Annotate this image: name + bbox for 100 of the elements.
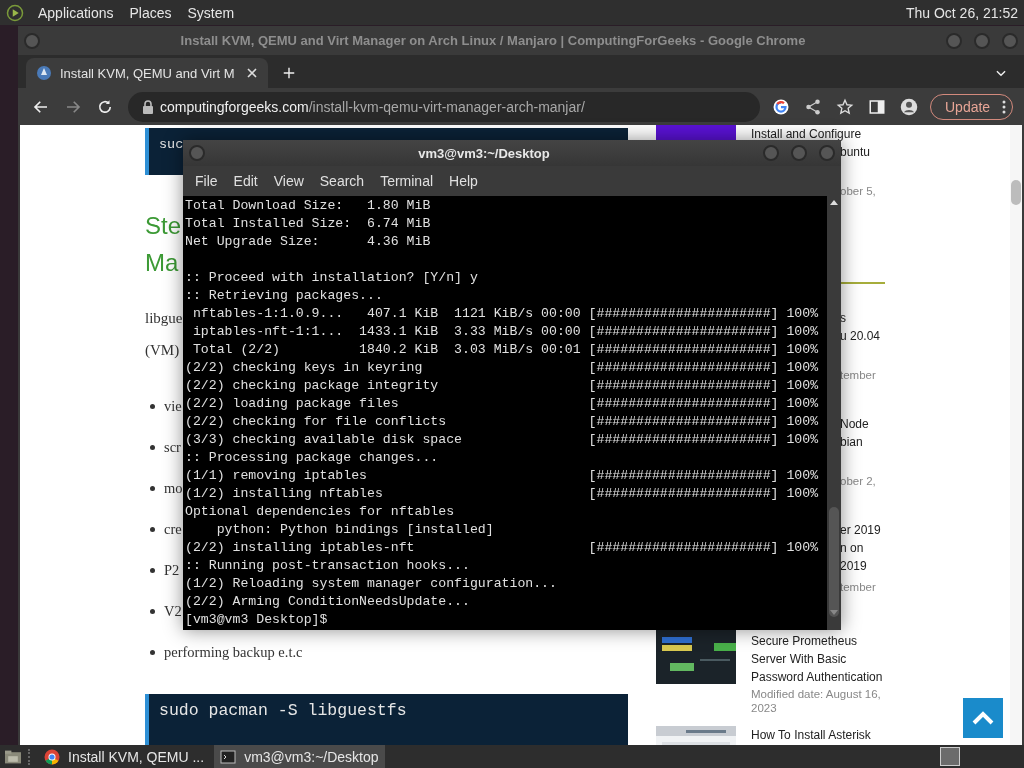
- post-title[interactable]: Node: [840, 415, 869, 433]
- bullet-icon: [150, 404, 155, 409]
- terminal-line: (2/2) checking for file conflicts [######################] 100%: [185, 413, 819, 431]
- panel-menu[interactable]: Places: [123, 4, 178, 21]
- terminal-line: Total Download Size: 1.80 MiB: [185, 197, 431, 215]
- post-title[interactable]: s: [840, 309, 846, 327]
- bullet-icon: [150, 568, 155, 573]
- clock: Thu Oct 26, 21:52: [905, 4, 1018, 21]
- panel-menu[interactable]: Applications: [32, 4, 120, 21]
- list-item: vie: [164, 398, 182, 415]
- reload-icon: [96, 97, 114, 116]
- terminal-line: Total Installed Size: 6.74 MiB: [185, 215, 431, 233]
- post-title[interactable]: Server With Basic: [751, 650, 847, 668]
- terminal-line: :: Running post-transaction hooks...: [185, 557, 470, 575]
- list-item: P2: [164, 562, 180, 579]
- terminal-line: python: Python bindings [installed]: [215, 521, 494, 539]
- post-date: tember: [840, 580, 877, 595]
- bullet-icon: [150, 650, 155, 655]
- browser-icon: [44, 748, 60, 765]
- scroll-down-icon[interactable]: [830, 610, 838, 616]
- terminal-line: [vm3@vm3 Desktop]$: [185, 611, 328, 629]
- menu-icon[interactable]: [1002, 99, 1007, 114]
- post-title[interactable]: bian: [840, 433, 863, 451]
- menu-item[interactable]: File: [187, 173, 226, 189]
- terminal-line: Total (2/2) 1840.2 KiB 3.03 MiB/s 00:01 [######################] 100%: [191, 341, 819, 359]
- profile-icon: [900, 97, 918, 116]
- terminal-line: :: Retrieving packages...: [185, 287, 383, 305]
- browser-tab[interactable]: Install KVM, QEMU and Virt M: [26, 58, 268, 88]
- post-title[interactable]: How To Install Asterisk: [751, 726, 871, 744]
- scrollbar-thumb[interactable]: [1011, 180, 1021, 205]
- show-desktop-icon: [4, 748, 22, 765]
- maximize-icon[interactable]: [974, 32, 990, 49]
- terminal-line: (2/2) checking package integrity [######################] 100%: [185, 377, 819, 395]
- post-date: tember: [840, 368, 877, 383]
- terminal-line: Net Upgrade Size: 4.36 MiB: [185, 233, 431, 251]
- window-menu-icon[interactable]: [24, 32, 40, 49]
- taskbar-item[interactable]: vm3@vm3:~/Desktop: [214, 745, 385, 768]
- scroll-to-top-button[interactable]: [963, 698, 1003, 738]
- scrollbar-thumb[interactable]: [829, 507, 839, 617]
- bullet-icon: [150, 486, 155, 491]
- menu-item[interactable]: View: [265, 173, 312, 189]
- window-title: vm3@vm3:~/Desktop: [417, 145, 551, 161]
- minimize-icon[interactable]: [946, 32, 962, 49]
- maximize-icon[interactable]: [791, 145, 807, 161]
- post-date: ober 5,: [840, 184, 877, 199]
- post-title[interactable]: 2019: [840, 557, 867, 575]
- terminal-line: (2/2) Arming ConditionNeedsUpdate...: [185, 593, 470, 611]
- post-title[interactable]: n on: [840, 539, 864, 557]
- post-date: Modified date: August 16,: [751, 689, 882, 700]
- workspace-switcher[interactable]: [940, 747, 960, 766]
- post-title[interactable]: u 20.04: [840, 327, 881, 345]
- terminal-line: (2/2) loading package files [######################] 100%: [185, 395, 819, 413]
- window-menu-icon[interactable]: [189, 145, 205, 161]
- list-item: scr: [164, 439, 181, 456]
- lock-icon: [142, 99, 154, 114]
- minimize-icon[interactable]: [763, 145, 779, 161]
- logo-icon: [6, 3, 24, 22]
- post-title[interactable]: buntu: [840, 143, 871, 161]
- scroll-up-icon[interactable]: [830, 199, 838, 205]
- section-heading: Ste: [145, 211, 182, 241]
- chevron-up-icon: [972, 711, 994, 725]
- bullet-icon: [150, 445, 155, 450]
- post-title[interactable]: er 2019: [840, 521, 881, 539]
- taskbar-item[interactable]: Install KVM, QEMU ...: [38, 745, 211, 768]
- window-title: Install KVM, QEMU and Virt Manager on Arch Linux / Manjaro | ComputingForGeeks - Google Chrome: [179, 33, 807, 48]
- post-title[interactable]: Install and Configure: [751, 125, 862, 143]
- bullet-icon: [150, 609, 155, 614]
- favicon-icon: [36, 65, 52, 81]
- menu-item[interactable]: Edit: [225, 173, 266, 189]
- terminal-line: :: Proceed with installation? [Y/n] y: [185, 269, 478, 287]
- section-heading: Ma: [145, 248, 179, 278]
- post-title[interactable]: Secure Prometheus: [751, 632, 858, 650]
- list-item: V2: [164, 603, 182, 620]
- terminal-line: nftables-1:1.0.9... 407.1 KiB 1121 KiB/s 00:00 [######################] 100%: [191, 305, 819, 323]
- address-bar[interactable]: computingforgeeks.com/install-kvm-qemu-virt-manager-arch-manjar/: [128, 91, 760, 122]
- terminal-line: (2/2) checking keys in keyring [######################] 100%: [185, 359, 819, 377]
- terminal-line: (2/2) installing iptables-nft [######################] 100%: [185, 539, 819, 557]
- menu-item[interactable]: Search: [311, 173, 373, 189]
- terminal-line: :: Processing package changes...: [185, 449, 439, 467]
- side-panel-icon: [868, 97, 886, 116]
- paragraph-text: (VM): [145, 341, 180, 360]
- list-item: cre: [164, 521, 182, 538]
- plus-icon: [282, 66, 296, 80]
- terminal-line: (1/2) installing nftables [######################] 100%: [185, 485, 819, 503]
- menu-item[interactable]: Help: [441, 173, 486, 189]
- terminal-icon: [220, 748, 237, 765]
- star-icon: [836, 97, 854, 116]
- post-title[interactable]: Password Authentication: [751, 668, 883, 686]
- post-date: 2023: [751, 703, 778, 714]
- post-date: ober 2,: [840, 474, 877, 489]
- paragraph-text: libgue: [145, 309, 183, 328]
- menu-item[interactable]: Terminal: [372, 173, 442, 189]
- terminal-line: (3/3) checking available disk space [######################] 100%: [185, 431, 819, 449]
- terminal-line: Optional dependencies for nftables: [185, 503, 455, 521]
- share-icon: [804, 97, 822, 116]
- google-icon: [772, 97, 790, 116]
- list-item: mo: [164, 480, 183, 497]
- list-item: performing backup e.t.c: [164, 644, 303, 661]
- code-block: sudo pacman -S libguestfs: [145, 694, 628, 745]
- panel-menu[interactable]: System: [181, 4, 241, 21]
